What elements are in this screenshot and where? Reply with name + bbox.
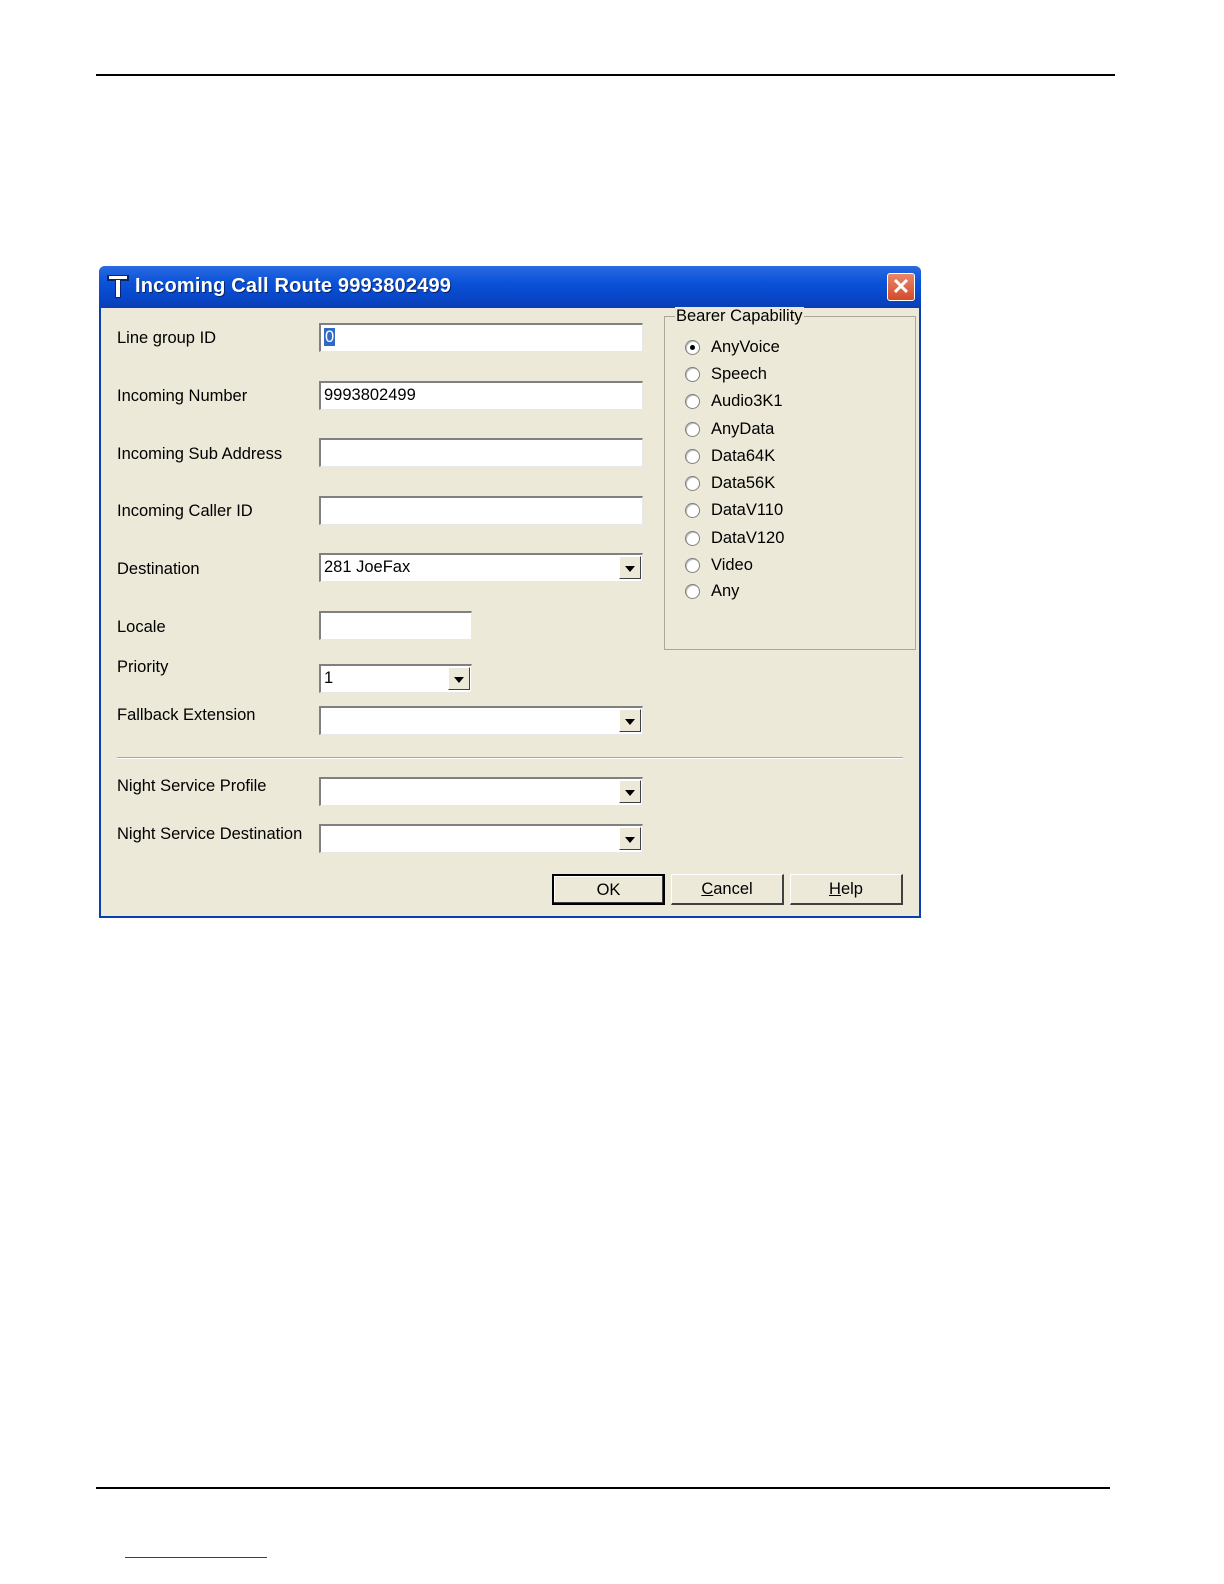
chevron-down-icon[interactable]	[619, 780, 641, 803]
chevron-down-icon[interactable]	[619, 709, 641, 732]
page-top-rule	[96, 74, 1115, 76]
close-icon[interactable]: ✕	[887, 273, 915, 301]
page-bottom-rule	[96, 1487, 1110, 1489]
radio-icon[interactable]	[685, 558, 700, 573]
priority-label: Priority	[117, 658, 169, 676]
radio-label: DataV120	[711, 529, 785, 547]
chevron-down-icon[interactable]	[619, 556, 641, 579]
night-service-profile-label: Night Service Profile	[117, 777, 267, 795]
destination-combo[interactable]: 281 JoeFax	[319, 553, 643, 582]
night-service-profile-combo[interactable]	[319, 777, 643, 806]
dialog-title: Incoming Call Route 9993802499	[135, 275, 452, 297]
priority-value: 1	[324, 669, 334, 687]
help-mnemonic: H	[829, 880, 841, 898]
footer-link-underline[interactable]	[125, 1557, 267, 1558]
bearer-capability-title: Bearer Capability	[675, 307, 804, 326]
incoming-caller-id-field[interactable]	[319, 496, 643, 525]
bearer-capability-group: Bearer Capability AnyVoice Speech Audio3…	[664, 307, 916, 650]
radio-icon[interactable]	[685, 394, 700, 409]
radio-label: AnyVoice	[711, 338, 780, 356]
radio-icon[interactable]	[685, 531, 700, 546]
title-bar[interactable]: Incoming Call Route 9993802499 ✕	[99, 266, 921, 308]
destination-value: 281 JoeFax	[324, 558, 411, 576]
help-button[interactable]: Help	[790, 874, 903, 905]
radio-icon[interactable]	[685, 449, 700, 464]
radio-label: DataV110	[711, 501, 784, 519]
radio-label: AnyData	[711, 420, 775, 438]
radio-icon[interactable]	[685, 476, 700, 491]
radio-icon[interactable]	[685, 503, 700, 518]
cancel-button[interactable]: Cancel	[671, 874, 784, 905]
destination-label: Destination	[117, 560, 200, 578]
radio-checked-icon[interactable]	[685, 340, 700, 355]
line-group-id-field[interactable]: 0	[319, 323, 643, 352]
incoming-sub-address-field[interactable]	[319, 438, 643, 467]
priority-combo[interactable]: 1	[319, 664, 472, 693]
chevron-down-icon[interactable]	[448, 667, 470, 690]
radio-icon[interactable]	[685, 584, 700, 599]
app-icon	[107, 275, 129, 298]
line-group-id-value: 0	[324, 328, 336, 346]
radio-label: Audio3K1	[711, 392, 783, 410]
radio-label: Video	[711, 556, 753, 574]
locale-label: Locale	[117, 618, 166, 636]
radio-label: Speech	[711, 365, 767, 383]
radio-icon[interactable]	[685, 367, 700, 382]
separator	[117, 757, 903, 759]
cancel-mnemonic: C	[701, 880, 714, 898]
radio-icon[interactable]	[685, 422, 700, 437]
ok-button[interactable]: OK	[552, 874, 665, 905]
incoming-number-field[interactable]: 9993802499	[319, 381, 643, 410]
incoming-sub-address-label: Incoming Sub Address	[117, 445, 283, 463]
radio-label: Data64K	[711, 447, 776, 465]
incoming-call-route-dialog: Incoming Call Route 9993802499 ✕ Line gr…	[99, 266, 921, 918]
cancel-label-rest: ancel	[713, 880, 753, 898]
radio-label: Data56K	[711, 474, 776, 492]
chevron-down-icon[interactable]	[619, 827, 641, 850]
line-group-id-label: Line group ID	[117, 329, 217, 347]
night-service-destination-combo[interactable]	[319, 824, 643, 853]
help-label-rest: elp	[840, 880, 863, 898]
incoming-caller-id-label: Incoming Caller ID	[117, 502, 253, 520]
fallback-extension-label: Fallback Extension	[117, 706, 256, 724]
locale-field[interactable]	[319, 611, 472, 640]
fallback-extension-combo[interactable]	[319, 706, 643, 735]
incoming-number-label: Incoming Number	[117, 387, 248, 405]
radio-label: Any	[711, 582, 740, 600]
night-service-destination-label: Night Service Destination	[117, 825, 303, 843]
